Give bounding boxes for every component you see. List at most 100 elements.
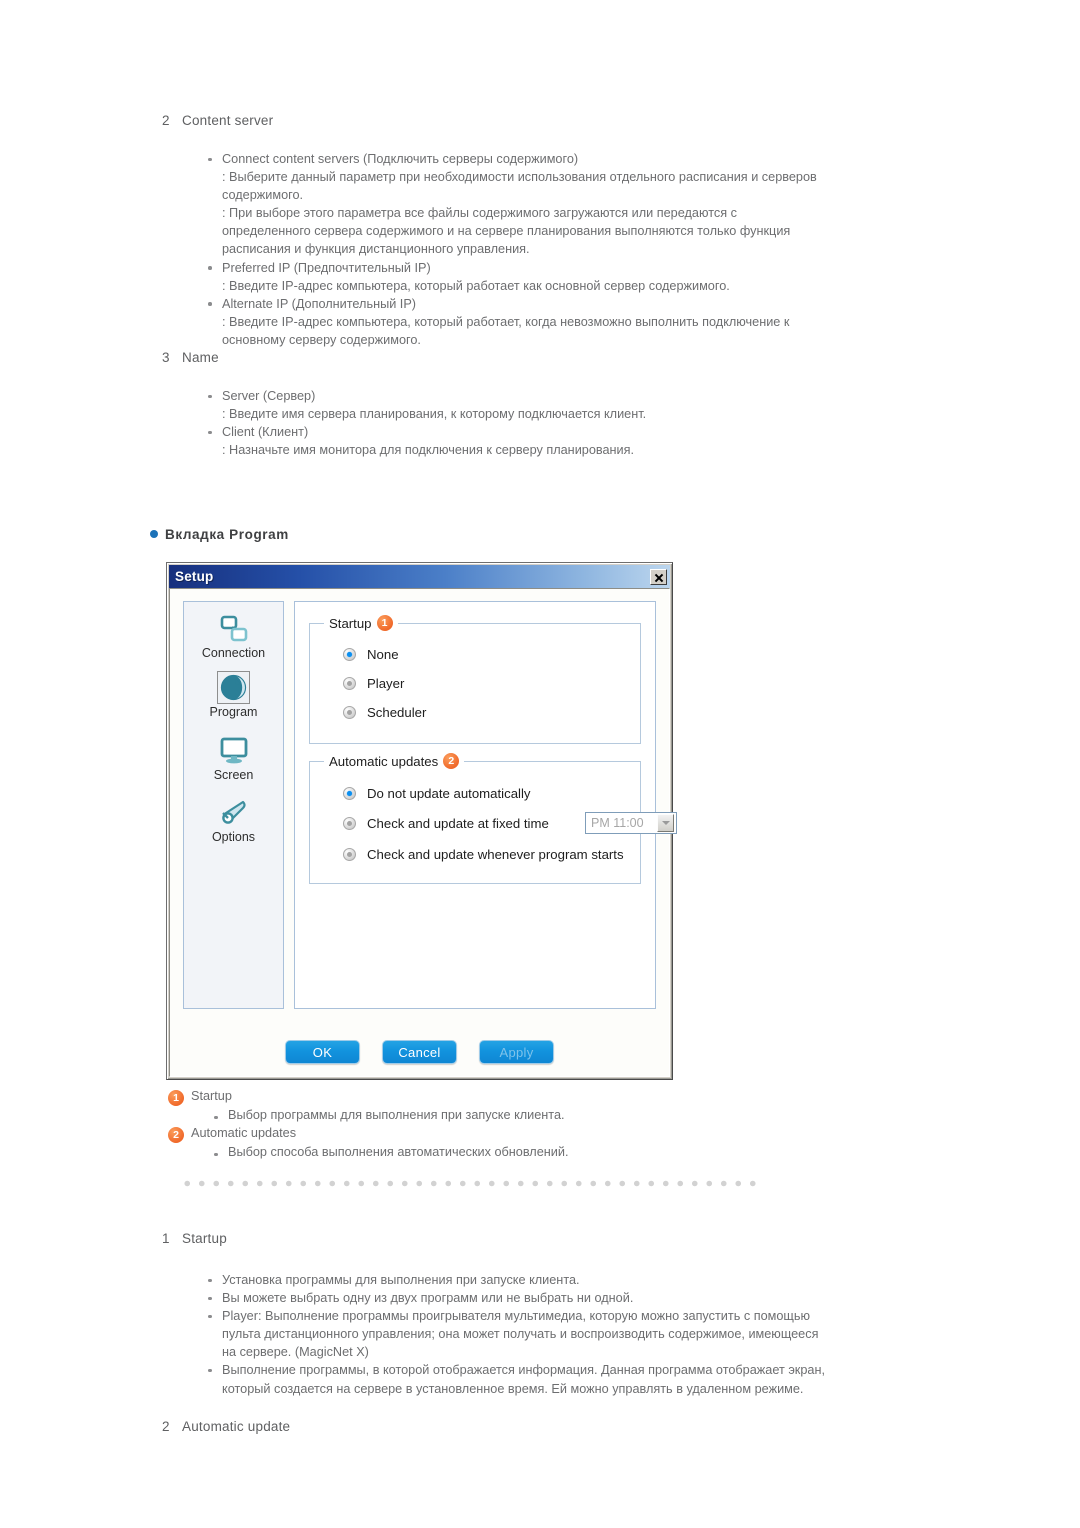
section-number: 1 <box>162 1231 170 1246</box>
radio-label: Check and update whenever program starts <box>367 847 624 862</box>
section-title: Content server <box>182 113 274 128</box>
startup-groupbox: Startup 1 None Player Scheduler <box>309 615 641 744</box>
sidebar-item-connection[interactable]: Connection <box>184 612 283 660</box>
wrench-icon <box>184 796 283 829</box>
bullet-detail: : Введите IP-адрес компьютера, который р… <box>222 314 790 347</box>
section-number: 2 <box>162 113 170 128</box>
group-title-label: Automatic updates <box>329 753 439 769</box>
list-item: Server (Сервер) : Введите имя сервера пл… <box>206 387 826 423</box>
annotation-badge-1: 1 <box>376 615 393 631</box>
bullet-detail: : Введите IP-адрес компьютера, который р… <box>222 278 730 293</box>
radio-update-on-program-start[interactable]: Check and update whenever program starts <box>343 847 624 862</box>
legend-title: Automatic updates <box>191 1126 297 1140</box>
list-item: Preferred IP (Предпочтительный IP) : Вве… <box>206 259 826 295</box>
radio-label: Scheduler <box>367 705 427 720</box>
legend-title-row: 1 Startup <box>168 1089 565 1106</box>
dialog-title: Setup <box>175 569 214 584</box>
radio-label: None <box>367 647 399 662</box>
ok-button[interactable]: OK <box>285 1040 360 1064</box>
legend-item-2: 2 Automatic updates Выбор способа выполн… <box>168 1126 568 1159</box>
list-item: Установка программы для выполнения при з… <box>206 1271 826 1289</box>
content-server-bullets: Connect content servers (Подключить серв… <box>206 150 826 349</box>
list-item: Выполнение программы, в которой отобража… <box>206 1361 826 1397</box>
radio-update-fixed-time[interactable]: Check and update at fixed time <box>343 816 549 831</box>
radio-label: Check and update at fixed time <box>367 816 549 831</box>
setup-dialog-window: Setup Connection Program Screen Options … <box>166 562 677 1080</box>
sidebar-item-label: Screen <box>213 768 254 782</box>
legend-item-1: 1 Startup Выбор программы для выполнения… <box>168 1089 565 1122</box>
bullet-label: Server (Сервер) <box>222 389 316 403</box>
radio-indicator[interactable] <box>343 817 356 830</box>
section-heading-startup: 1 Startup <box>162 1231 227 1246</box>
radio-indicator[interactable] <box>343 848 356 861</box>
list-item: Выбор способа выполнения автоматических … <box>212 1145 568 1159</box>
fixed-time-value: PM 11:00 <box>591 816 644 830</box>
section-heading-automatic-update: 2 Automatic update <box>162 1419 290 1434</box>
radio-label: Do not update automatically <box>367 786 531 801</box>
sidebar-item-program[interactable]: Program <box>184 671 283 719</box>
radio-startup-player[interactable]: Player <box>343 676 404 691</box>
list-item: Вы можете выбрать одну из двух программ … <box>206 1289 826 1307</box>
annotation-badge-2: 2 <box>168 1127 184 1143</box>
list-item: Connect content servers (Подключить серв… <box>206 150 826 259</box>
list-item: Выбор программы для выполнения при запус… <box>212 1108 565 1122</box>
section-number: 3 <box>162 350 170 365</box>
bullet-detail: : Выберите данный параметр при необходим… <box>222 170 817 203</box>
dialog-button-row: OK Cancel Apply <box>170 1040 669 1064</box>
radio-no-auto-update[interactable]: Do not update automatically <box>343 786 530 801</box>
sidebar-item-label: Options <box>211 830 256 844</box>
apply-button[interactable]: Apply <box>479 1040 554 1064</box>
dialog-titlebar[interactable]: Setup <box>169 565 670 588</box>
radio-label: Player <box>367 676 405 691</box>
section-heading-name: 3 Name <box>162 350 219 365</box>
dotted-divider <box>180 1180 760 1187</box>
dialog-sidebar: Connection Program Screen Options <box>183 601 284 1009</box>
section-title: Automatic update <box>182 1419 291 1434</box>
sidebar-item-options[interactable]: Options <box>184 796 283 844</box>
tab-heading-program: Вкладка Program <box>150 527 289 542</box>
bullet-label: Connect content servers (Подключить серв… <box>222 152 579 166</box>
list-item: Alternate IP (Дополнительный IP) : Введи… <box>206 295 826 349</box>
legend-title: Startup <box>191 1089 232 1103</box>
section-title: Startup <box>182 1231 227 1246</box>
fixed-time-select[interactable]: PM 11:00 <box>585 812 677 834</box>
updates-group-title: Automatic updates 2 <box>324 753 465 769</box>
radio-startup-none[interactable]: None <box>343 647 399 662</box>
annotation-badge-2: 2 <box>443 753 460 769</box>
sidebar-item-screen[interactable]: Screen <box>184 734 283 782</box>
section-title: Name <box>182 350 219 365</box>
sidebar-item-label: Program <box>209 705 258 719</box>
radio-indicator[interactable] <box>343 648 356 661</box>
close-icon[interactable] <box>650 568 667 585</box>
chevron-down-icon[interactable] <box>657 814 674 832</box>
legend-title-row: 2 Automatic updates <box>168 1126 568 1143</box>
radio-startup-scheduler[interactable]: Scheduler <box>343 705 426 720</box>
bullet-label: Client (Клиент) <box>222 425 309 440</box>
tab-heading-label: Вкладка Program <box>165 527 289 542</box>
section-heading-content-server: 2 Content server <box>162 113 273 128</box>
group-title-label: Startup <box>329 615 372 631</box>
list-item: Player: Выполнение программы проигрывате… <box>206 1307 826 1361</box>
selection-box <box>217 671 250 704</box>
dialog-body: Connection Program Screen Options Startu… <box>169 588 677 1077</box>
cancel-button[interactable]: Cancel <box>382 1040 457 1064</box>
list-item: Client (Клиент) : Назначьте имя монитора… <box>206 423 826 459</box>
name-bullets: Server (Сервер) : Введите имя сервера пл… <box>206 387 826 459</box>
startup-detail-bullets: Установка программы для выполнения при з… <box>206 1271 826 1398</box>
globe-icon <box>184 671 283 704</box>
startup-group-title: Startup 1 <box>324 615 398 631</box>
bullet-dot-icon <box>150 530 158 538</box>
annotation-badge-1: 1 <box>168 1090 184 1106</box>
radio-indicator[interactable] <box>343 787 356 800</box>
bullet-detail: : При выборе этого параметра все файлы с… <box>222 206 791 257</box>
bullet-label: Alternate IP (Дополнительный IP) <box>222 296 417 311</box>
dialog-content-pane: Startup 1 None Player Scheduler Automati… <box>294 601 677 1009</box>
automatic-updates-groupbox: Automatic updates 2 Do not update automa… <box>309 753 677 884</box>
radio-indicator[interactable] <box>343 706 356 719</box>
monitor-icon <box>184 734 283 767</box>
bullet-detail: : Назначьте имя монитора для подключения… <box>222 443 635 458</box>
radio-indicator[interactable] <box>343 677 356 690</box>
sidebar-item-label: Connection <box>201 646 266 660</box>
connection-icon <box>184 612 283 645</box>
document-page: 2 Content server Connect content servers … <box>0 0 1080 1528</box>
